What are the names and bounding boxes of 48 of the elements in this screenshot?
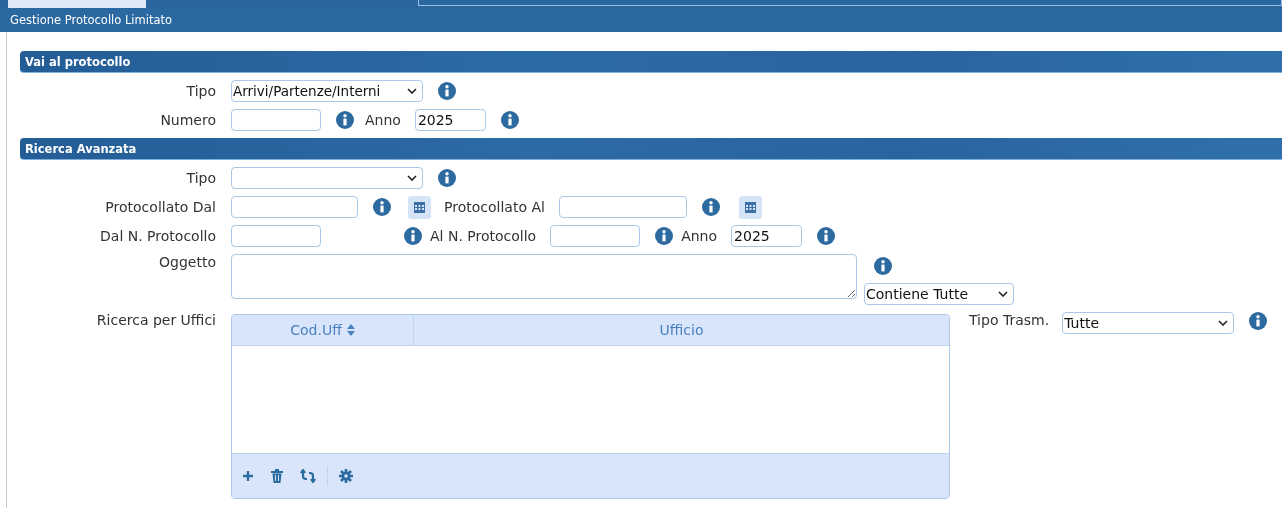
- input-field[interactable]: [231, 225, 321, 247]
- field-label: Anno: [681, 228, 718, 244]
- input-field[interactable]: [550, 225, 641, 247]
- info-icon[interactable]: [1249, 312, 1268, 330]
- info-icon[interactable]: [500, 111, 519, 129]
- caret-icon: [1218, 320, 1229, 326]
- input-field[interactable]: 2025: [414, 109, 486, 131]
- sort-icon[interactable]: [346, 324, 355, 336]
- field-label: Dal N. Protocollo: [99, 228, 217, 244]
- info-icon[interactable]: [817, 227, 836, 245]
- calendar-icon[interactable]: [738, 195, 762, 219]
- info-icon[interactable]: [655, 227, 674, 245]
- caret-icon: [998, 291, 1008, 297]
- info-icon[interactable]: [336, 111, 354, 129]
- calendar-icon[interactable]: [408, 195, 431, 219]
- refresh-icon[interactable]: [300, 469, 316, 483]
- select-field[interactable]: Tutte: [1062, 312, 1235, 334]
- field-label: Al N. Protocollo: [430, 228, 537, 244]
- caret-icon: [407, 175, 417, 181]
- trash-icon[interactable]: [271, 469, 283, 483]
- select-field[interactable]: [231, 167, 423, 189]
- field-label: Anno: [365, 112, 401, 128]
- info-icon[interactable]: [438, 82, 456, 100]
- input-field[interactable]: [231, 109, 321, 131]
- info-icon[interactable]: [404, 227, 422, 245]
- info-icon[interactable]: [701, 198, 720, 216]
- section-header: Ricerca Avanzata: [20, 138, 1282, 160]
- date-field[interactable]: [231, 196, 358, 218]
- field-label: Tipo Trasm.: [969, 312, 1050, 328]
- field-label: Ricerca per Uffici: [95, 312, 217, 328]
- field-label: Tipo: [185, 170, 217, 186]
- add-icon[interactable]: [242, 470, 254, 482]
- settings-icon[interactable]: [339, 469, 353, 483]
- input-field[interactable]: 2025: [731, 225, 803, 247]
- section-header: Vai al protocollo: [20, 51, 1282, 73]
- select-field[interactable]: Arrivi/Partenze/Interni: [231, 80, 423, 102]
- info-icon[interactable]: [874, 257, 892, 275]
- field-label: Protocollato Dal: [104, 199, 217, 215]
- field-label: Tipo: [185, 83, 217, 99]
- info-icon[interactable]: [438, 169, 456, 187]
- field-label: Numero: [159, 112, 217, 128]
- field-label: Protocollato Al: [444, 199, 545, 215]
- window-title: Gestione Protocollo Limitato: [10, 13, 173, 27]
- caret-icon: [407, 88, 417, 94]
- field-label: Oggetto: [158, 254, 217, 270]
- select-field[interactable]: Contiene Tutte: [864, 283, 1014, 305]
- info-icon[interactable]: [373, 198, 391, 216]
- date-field[interactable]: [558, 196, 687, 218]
